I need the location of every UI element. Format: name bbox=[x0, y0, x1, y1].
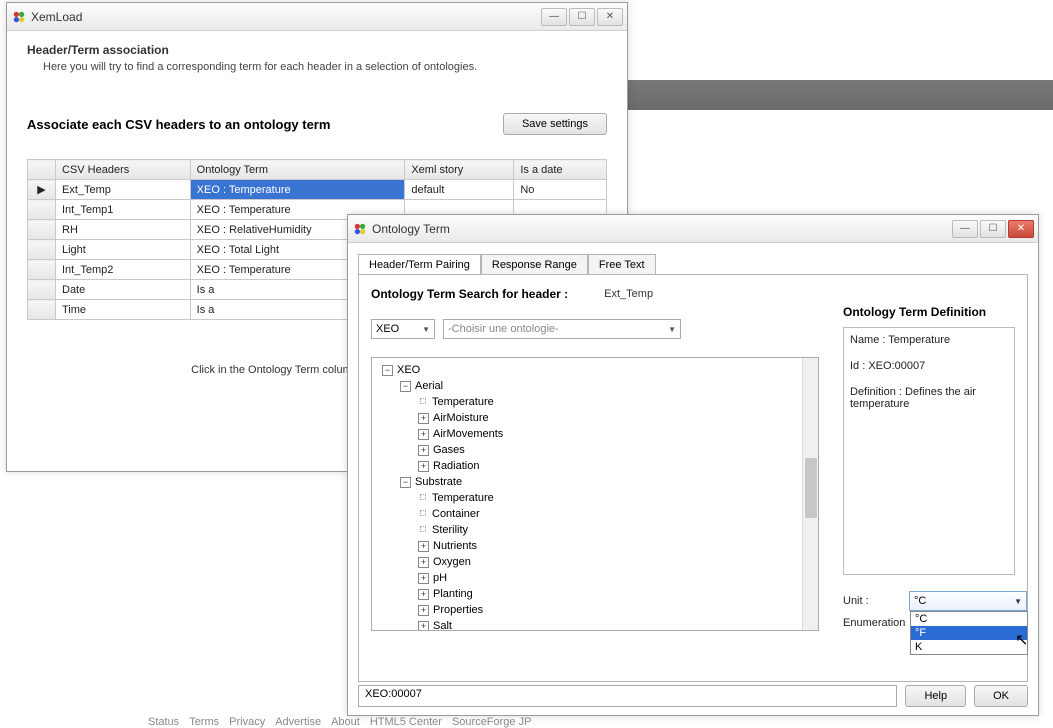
tree-collapse-icon[interactable]: − bbox=[400, 381, 411, 392]
tree-expand-icon[interactable]: + bbox=[418, 413, 429, 424]
app-icon bbox=[352, 221, 368, 237]
tree-node[interactable]: +Oxygen bbox=[418, 554, 812, 570]
close-button[interactable]: ✕ bbox=[1008, 220, 1034, 238]
definition-name: Name : Temperature bbox=[850, 334, 1008, 346]
definition-text: Definition : Defines the air temperature bbox=[850, 386, 1008, 410]
unit-dropdown[interactable]: °C°FK bbox=[910, 611, 1028, 655]
unit-option[interactable]: K bbox=[911, 640, 1027, 654]
tree-node[interactable]: +AirMoisture bbox=[418, 410, 812, 426]
maximize-button[interactable]: ☐ bbox=[980, 220, 1006, 238]
minimize-button[interactable]: — bbox=[952, 220, 978, 238]
page-footer: StatusTermsPrivacyAdvertiseAboutHTML5 Ce… bbox=[148, 714, 541, 728]
tree-node[interactable]: +pH bbox=[418, 570, 812, 586]
ontology-prefix-combo[interactable]: XEO▼ bbox=[371, 319, 435, 339]
tree-expand-icon[interactable]: + bbox=[418, 573, 429, 584]
tree-node[interactable]: Aerial bbox=[415, 380, 443, 392]
tree-node[interactable]: +Nutrients bbox=[418, 538, 812, 554]
unit-label: Unit : bbox=[843, 595, 909, 607]
tree-expand-icon[interactable]: + bbox=[418, 589, 429, 600]
tree-expand-icon[interactable]: + bbox=[418, 445, 429, 456]
tree-expand-icon[interactable]: + bbox=[418, 621, 429, 631]
tree-expand-icon[interactable]: + bbox=[418, 557, 429, 568]
tree-node[interactable]: +Planting bbox=[418, 586, 812, 602]
unit-combo[interactable]: °C ▼ °C°FK bbox=[909, 591, 1027, 611]
tab-free-text[interactable]: Free Text bbox=[588, 254, 656, 275]
window-title: Ontology Term bbox=[372, 222, 952, 236]
definition-frame: Name : Temperature Id : XEO:00007 Defini… bbox=[843, 327, 1015, 575]
app-icon bbox=[11, 9, 27, 25]
tree-expand-icon[interactable]: + bbox=[418, 605, 429, 616]
chevron-down-icon: ▼ bbox=[668, 325, 676, 334]
definition-id: Id : XEO:00007 bbox=[850, 360, 1008, 372]
search-label: Ontology Term Search for header : bbox=[371, 287, 568, 301]
maximize-button[interactable]: ☐ bbox=[569, 8, 595, 26]
tree-node[interactable]: Sterility bbox=[418, 522, 812, 538]
section-heading: Header/Term association bbox=[27, 43, 607, 57]
col-xeml-story[interactable]: Xeml story bbox=[405, 160, 514, 180]
tree-collapse-icon[interactable]: − bbox=[400, 477, 411, 488]
tree-node[interactable]: +Radiation bbox=[418, 458, 812, 474]
unit-option[interactable]: °C bbox=[911, 612, 1027, 626]
tree-expand-icon[interactable]: + bbox=[418, 541, 429, 552]
ok-button[interactable]: OK bbox=[974, 685, 1028, 707]
minimize-button[interactable]: — bbox=[541, 8, 567, 26]
tree-node[interactable]: Temperature bbox=[418, 490, 812, 506]
path-field[interactable]: XEO:00007 bbox=[358, 685, 897, 707]
section-subtext: Here you will try to find a correspondin… bbox=[43, 61, 607, 73]
ontology-tree[interactable]: −XEO −Aerial Temperature+AirMoisture+Air… bbox=[371, 357, 819, 631]
close-button[interactable]: ✕ bbox=[597, 8, 623, 26]
table-row[interactable]: ▶Ext_TempXEO : TemperaturedefaultNo bbox=[28, 180, 607, 200]
definition-heading: Ontology Term Definition bbox=[843, 305, 1015, 319]
tree-node[interactable]: Container bbox=[418, 506, 812, 522]
save-settings-button[interactable]: Save settings bbox=[503, 113, 607, 135]
ontology-select-combo[interactable]: -Choisir une ontologie-▼ bbox=[443, 319, 681, 339]
enumeration-label: Enumeration bbox=[843, 617, 909, 629]
tab-response-range[interactable]: Response Range bbox=[481, 254, 588, 275]
associate-heading: Associate each CSV headers to an ontolog… bbox=[27, 117, 503, 132]
tab-header-term-pairing[interactable]: Header/Term Pairing bbox=[358, 254, 481, 275]
help-button[interactable]: Help bbox=[905, 685, 966, 707]
tree-expand-icon[interactable]: + bbox=[418, 461, 429, 472]
chevron-down-icon: ▼ bbox=[1014, 597, 1022, 606]
chevron-down-icon: ▼ bbox=[422, 325, 430, 334]
tree-node[interactable]: +Properties bbox=[418, 602, 812, 618]
col-ontology-term[interactable]: Ontology Term bbox=[190, 160, 405, 180]
scrollbar[interactable] bbox=[802, 358, 818, 630]
tree-node[interactable]: XEO bbox=[397, 364, 420, 376]
col-is-a-date[interactable]: Is a date bbox=[514, 160, 607, 180]
tree-node[interactable]: +Gases bbox=[418, 442, 812, 458]
tree-node[interactable]: Temperature bbox=[418, 394, 812, 410]
search-header-value: Ext_Temp bbox=[604, 288, 653, 300]
tree-node[interactable]: +AirMovements bbox=[418, 426, 812, 442]
unit-option[interactable]: °F bbox=[911, 626, 1027, 640]
window-title: XemLoad bbox=[31, 10, 541, 24]
tree-collapse-icon[interactable]: − bbox=[382, 365, 393, 376]
tree-expand-icon[interactable]: + bbox=[418, 429, 429, 440]
tree-node[interactable]: Substrate bbox=[415, 476, 462, 488]
tree-node[interactable]: +Salt bbox=[418, 618, 812, 631]
col-csv-headers[interactable]: CSV Headers bbox=[56, 160, 191, 180]
